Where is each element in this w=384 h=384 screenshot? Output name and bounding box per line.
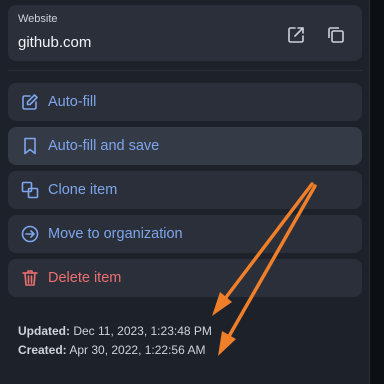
- auto-fill-button[interactable]: Auto-fill: [8, 83, 362, 121]
- website-label: Website: [18, 13, 58, 25]
- clone-icon: [20, 180, 40, 200]
- arrow-circle-right-icon: [20, 224, 40, 244]
- auto-fill-label: Auto-fill: [48, 94, 97, 110]
- copy-icon[interactable]: [324, 23, 348, 47]
- updated-label: Updated:: [18, 324, 70, 338]
- clone-item-label: Clone item: [48, 182, 118, 198]
- delete-item-label: Delete item: [48, 270, 122, 286]
- move-to-organization-label: Move to organization: [48, 226, 183, 242]
- move-to-organization-button[interactable]: Move to organization: [8, 215, 362, 253]
- delete-item-button[interactable]: Delete item: [8, 259, 362, 297]
- created-value: Apr 30, 2022, 1:22:56 AM: [69, 343, 206, 357]
- website-value[interactable]: github.com: [18, 34, 91, 51]
- section-divider: [8, 70, 362, 71]
- created-label: Created:: [18, 343, 67, 357]
- trash-icon: [20, 268, 40, 288]
- website-field: Website github.com: [8, 5, 362, 61]
- updated-info: Updated: Dec 11, 2023, 1:23:48 PM: [18, 324, 212, 338]
- item-detail-panel: Website github.com Auto-fill Auto-fill a…: [0, 0, 370, 384]
- bookmark-icon: [20, 136, 40, 156]
- updated-value: Dec 11, 2023, 1:23:48 PM: [73, 324, 212, 338]
- auto-fill-and-save-label: Auto-fill and save: [48, 138, 160, 154]
- pencil-square-icon: [20, 92, 40, 112]
- clone-item-button[interactable]: Clone item: [8, 171, 362, 209]
- launch-icon[interactable]: [284, 23, 308, 47]
- created-info: Created: Apr 30, 2022, 1:22:56 AM: [18, 343, 205, 357]
- auto-fill-and-save-button[interactable]: Auto-fill and save: [8, 127, 362, 165]
